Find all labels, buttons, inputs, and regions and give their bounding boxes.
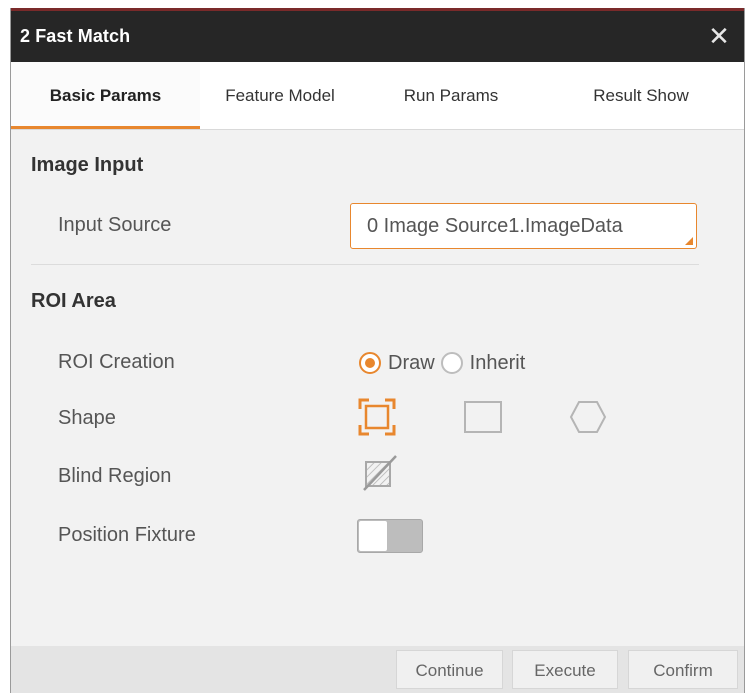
- continue-button[interactable]: Continue: [396, 650, 503, 689]
- roi-selection-icon[interactable]: [354, 394, 400, 440]
- tab-basic-params[interactable]: Basic Params: [11, 62, 200, 129]
- radio-draw[interactable]: Draw: [359, 352, 435, 375]
- rectangle-icon[interactable]: [460, 394, 506, 440]
- input-source-label: Input Source: [58, 214, 172, 236]
- input-source-value: 0 Image Source1.ImageData: [367, 215, 623, 237]
- radio-unchecked-icon: [440, 352, 463, 374]
- dropdown-corner-icon: [685, 237, 693, 245]
- input-source-select[interactable]: 0 Image Source1.ImageData: [350, 203, 697, 249]
- radio-inherit[interactable]: Inherit: [440, 351, 526, 375]
- shape-label: Shape: [58, 407, 116, 429]
- roi-creation-label: ROI Creation: [58, 351, 175, 373]
- close-icon[interactable]: ✕: [706, 23, 732, 49]
- params-panel: Image Input Input Source 0 Image Source1…: [11, 130, 744, 646]
- fast-match-dialog: 2 Fast Match ✕ Basic Params Feature Mode…: [10, 8, 745, 693]
- radio-draw-label: Draw: [388, 351, 435, 374]
- execute-button[interactable]: Execute: [512, 650, 618, 689]
- radio-checked-icon: [359, 352, 381, 374]
- section-title-image-input: Image Input: [31, 154, 144, 176]
- polygon-icon[interactable]: [565, 394, 611, 440]
- window-title: 2 Fast Match: [20, 26, 131, 46]
- footer-bar: Continue Execute Confirm: [11, 646, 744, 693]
- position-fixture-toggle[interactable]: [357, 519, 423, 553]
- tab-result-show[interactable]: Result Show: [551, 62, 731, 129]
- toggle-knob: [358, 520, 388, 552]
- blind-region-icon[interactable]: [359, 452, 401, 494]
- section-divider: [31, 264, 699, 265]
- blind-region-label: Blind Region: [58, 465, 172, 487]
- tab-feature-model[interactable]: Feature Model: [200, 62, 360, 129]
- title-bar: 2 Fast Match ✕: [11, 11, 744, 62]
- radio-inherit-label: Inherit: [469, 351, 526, 374]
- tab-run-params[interactable]: Run Params: [366, 62, 536, 129]
- section-title-roi-area: ROI Area: [31, 290, 116, 312]
- confirm-button[interactable]: Confirm: [628, 650, 738, 689]
- position-fixture-label: Position Fixture: [58, 524, 196, 546]
- tab-bar: Basic Params Feature Model Run Params Re…: [11, 62, 744, 130]
- roi-creation-radio-group: Draw Inherit: [359, 349, 525, 377]
